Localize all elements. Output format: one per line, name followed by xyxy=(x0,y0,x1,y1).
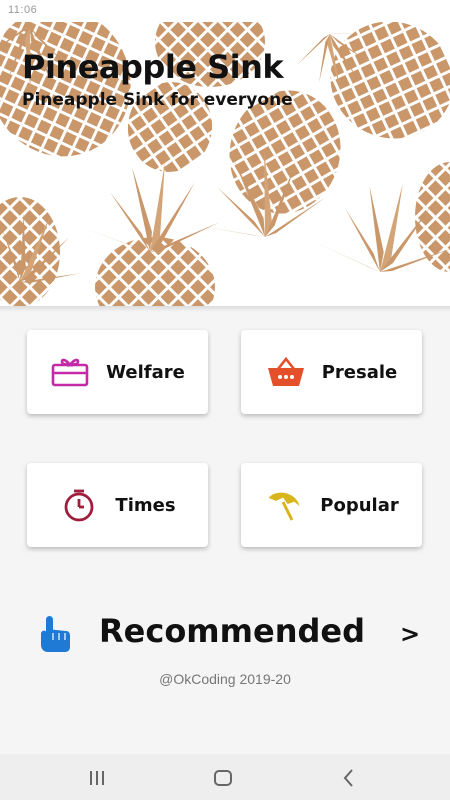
beach-umbrella-icon xyxy=(268,492,300,521)
app-title: Pineapple Sink xyxy=(22,48,284,86)
basket-icon xyxy=(267,356,304,386)
welfare-label: Welfare xyxy=(106,361,185,383)
copyright-text: @OkCoding 2019-20 xyxy=(159,671,291,687)
recommended-row[interactable]: Recommended > xyxy=(0,606,450,666)
status-time: 11:06 xyxy=(8,4,38,16)
recents-icon[interactable] xyxy=(86,767,108,789)
recommended-arrow[interactable]: > xyxy=(400,620,420,648)
times-card[interactable]: Times xyxy=(27,463,208,547)
popular-label: Popular xyxy=(320,494,399,516)
header-banner: Pineapple Sink Pineapple Sink for everyo… xyxy=(0,22,450,306)
recommended-title[interactable]: Recommended xyxy=(99,612,365,650)
back-icon[interactable] xyxy=(338,767,360,789)
pointing-hand-icon xyxy=(41,616,70,652)
gift-icon xyxy=(51,358,89,387)
presale-label: Presale xyxy=(321,361,398,383)
stopwatch-icon xyxy=(65,489,94,522)
home-icon[interactable] xyxy=(212,767,234,789)
welfare-card[interactable]: Welfare xyxy=(27,330,208,414)
status-bar: 11:06 xyxy=(0,0,450,22)
presale-card[interactable]: Presale xyxy=(241,330,422,414)
navigation-bar xyxy=(0,754,450,800)
app-subtitle: Pineapple Sink for everyone xyxy=(22,90,293,110)
popular-card[interactable]: Popular xyxy=(241,463,422,547)
times-label: Times xyxy=(115,494,176,516)
header-shadow xyxy=(0,306,450,312)
